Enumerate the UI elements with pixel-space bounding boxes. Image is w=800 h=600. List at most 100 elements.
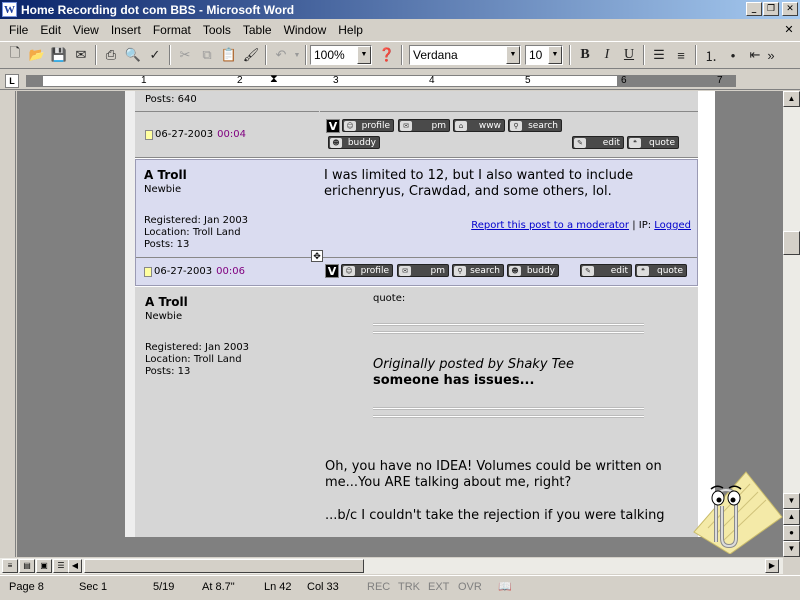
- restore-button[interactable]: ❐: [763, 2, 779, 16]
- horizontal-scroll-thumb[interactable]: [84, 559, 364, 573]
- cut-icon[interactable]: ✂: [174, 44, 196, 66]
- toolbar-options-icon[interactable]: »: [766, 44, 776, 66]
- chevron-down-icon[interactable]: ▼: [548, 46, 562, 64]
- post-author-cell: Posts: 640 06-27-2003 00:04: [135, 91, 319, 157]
- menu-table[interactable]: Table: [237, 20, 278, 40]
- minimize-button[interactable]: _: [746, 2, 762, 16]
- document-page[interactable]: Posts: 640 06-27-2003 00:04 V ☺ profile ✉…: [125, 91, 715, 537]
- profile-button[interactable]: ☺ profile: [341, 264, 393, 277]
- scroll-left-icon[interactable]: ◀: [68, 559, 82, 573]
- zoom-select[interactable]: 100% ▼: [310, 45, 372, 65]
- status-ext[interactable]: EXT: [428, 579, 449, 596]
- open-folder-icon[interactable]: 📂: [26, 44, 48, 66]
- format-painter-icon[interactable]: 🖌: [240, 44, 262, 66]
- quote-button[interactable]: ❝ quote: [627, 136, 679, 149]
- status-line: Ln 42: [264, 581, 292, 593]
- new-document-icon[interactable]: 🗋: [4, 44, 26, 66]
- font-select[interactable]: Verdana ▼: [409, 45, 521, 65]
- spelling-icon[interactable]: ✓: [144, 44, 166, 66]
- next-page-icon[interactable]: ▼: [783, 541, 800, 557]
- buddy-icon: ☻: [330, 138, 342, 148]
- indent-marker-icon[interactable]: ⧗: [270, 73, 278, 86]
- menu-view[interactable]: View: [67, 20, 105, 40]
- bullets-icon[interactable]: •: [722, 44, 744, 66]
- previous-page-icon[interactable]: ▲: [783, 509, 800, 525]
- ip-logged-link[interactable]: Logged: [654, 220, 691, 231]
- edit-button[interactable]: ✎ edit: [572, 136, 624, 149]
- undo-dropdown-icon[interactable]: ▼: [292, 44, 302, 66]
- word-app-icon[interactable]: W: [2, 2, 17, 17]
- report-link[interactable]: Report this post to a moderator: [471, 220, 629, 231]
- menu-edit[interactable]: Edit: [34, 20, 67, 40]
- toolbar-separator: [305, 45, 307, 65]
- status-ovr[interactable]: OVR: [458, 579, 482, 596]
- help-icon[interactable]: ❓: [376, 44, 398, 66]
- post-row: A Troll Newbie Registered: Jan 2003 Loca…: [135, 287, 698, 537]
- quote-button[interactable]: ❝ quote: [635, 264, 687, 277]
- horizontal-ruler[interactable]: L 1 2 3 4 5 6 7 ⧗: [0, 72, 800, 90]
- web-layout-view-icon[interactable]: ▤: [19, 559, 35, 573]
- outline-view-icon[interactable]: ☰: [53, 559, 69, 573]
- menu-file[interactable]: File: [3, 20, 34, 40]
- search-button[interactable]: ⚲ search: [508, 119, 562, 132]
- spelling-status-icon[interactable]: 📖: [498, 579, 512, 596]
- chevron-down-icon[interactable]: ▼: [506, 46, 520, 64]
- align-left-icon[interactable]: ☰: [648, 44, 670, 66]
- tab-selector[interactable]: L: [5, 74, 19, 88]
- menu-help[interactable]: Help: [332, 20, 369, 40]
- document-close-icon[interactable]: ✕: [782, 23, 796, 37]
- menu-format[interactable]: Format: [147, 20, 197, 40]
- print-preview-icon[interactable]: 🔍: [122, 44, 144, 66]
- pm-button[interactable]: ✉ pm: [398, 119, 450, 132]
- view-button[interactable]: V: [326, 119, 340, 133]
- scroll-thumb[interactable]: [783, 231, 800, 255]
- post-username[interactable]: A Troll: [144, 168, 187, 182]
- copy-icon[interactable]: ⧉: [196, 44, 218, 66]
- scroll-down-icon[interactable]: ▼: [783, 493, 800, 509]
- status-page-of: 5/19: [153, 581, 175, 593]
- paste-icon[interactable]: 📋: [218, 44, 240, 66]
- bold-button[interactable]: B: [574, 44, 596, 66]
- document-area[interactable]: Posts: 640 06-27-2003 00:04 V ☺ profile ✉…: [17, 91, 783, 557]
- search-button[interactable]: ⚲ search: [452, 264, 504, 277]
- table-move-handle-icon[interactable]: ✥: [311, 250, 323, 262]
- permission-icon[interactable]: ✉: [70, 44, 92, 66]
- profile-button[interactable]: ☺ profile: [342, 119, 394, 132]
- decrease-indent-icon[interactable]: ⇤: [744, 44, 766, 66]
- office-assistant-clippy[interactable]: [686, 462, 784, 554]
- align-center-icon[interactable]: ≡: [670, 44, 692, 66]
- buddy-button[interactable]: ☻ buddy: [328, 136, 380, 149]
- user-location: Location: Troll Land: [144, 227, 241, 238]
- print-icon[interactable]: ⎙: [100, 44, 122, 66]
- menu-window[interactable]: Window: [278, 20, 333, 40]
- save-icon[interactable]: 💾: [48, 44, 70, 66]
- undo-icon[interactable]: ↶: [270, 44, 292, 66]
- status-trk[interactable]: TRK: [398, 579, 420, 596]
- www-button[interactable]: ⌂ www: [453, 119, 505, 132]
- horizontal-scrollbar[interactable]: ≡ ▤ ▣ ☰ ◀ ▶: [0, 557, 783, 574]
- status-rec[interactable]: REC: [367, 579, 390, 596]
- post-username[interactable]: A Troll: [145, 295, 188, 309]
- italic-button[interactable]: I: [596, 44, 618, 66]
- chevron-down-icon[interactable]: ▼: [357, 46, 371, 64]
- close-button[interactable]: ✕: [782, 2, 798, 16]
- pm-button[interactable]: ✉ pm: [397, 264, 449, 277]
- post-count: Posts: 640: [145, 94, 197, 105]
- normal-view-icon[interactable]: ≡: [2, 559, 18, 573]
- scroll-up-icon[interactable]: ▲: [783, 91, 800, 107]
- view-button[interactable]: V: [325, 264, 339, 278]
- menu-insert[interactable]: Insert: [105, 20, 147, 40]
- post-row: Posts: 640 06-27-2003 00:04 V ☺ profile ✉…: [135, 91, 698, 158]
- toolbar-separator: [169, 45, 171, 65]
- numbering-icon[interactable]: ⒈: [700, 44, 722, 66]
- ruler-bar[interactable]: 1 2 3 4 5 6 7 ⧗: [26, 73, 736, 87]
- menu-tools[interactable]: Tools: [197, 20, 237, 40]
- font-size-select[interactable]: 10 ▼: [525, 45, 563, 65]
- buddy-button[interactable]: ☻ buddy: [507, 264, 559, 277]
- print-layout-view-icon[interactable]: ▣: [36, 559, 52, 573]
- underline-button[interactable]: U: [618, 44, 640, 66]
- edit-button[interactable]: ✎ edit: [580, 264, 632, 277]
- select-browse-object-icon[interactable]: ●: [783, 525, 800, 541]
- scroll-right-icon[interactable]: ▶: [765, 559, 779, 573]
- vertical-scrollbar[interactable]: ▲ ▼ ▲ ● ▼: [783, 91, 800, 557]
